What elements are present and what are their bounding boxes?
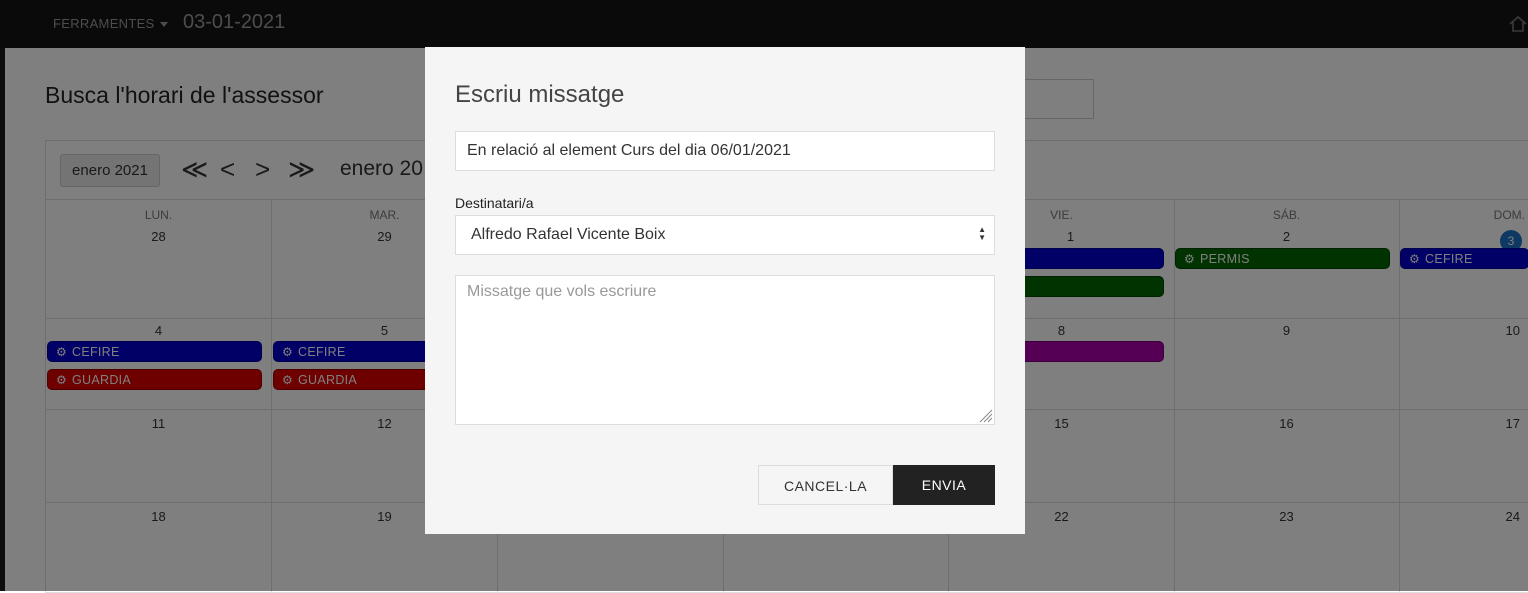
recipient-label: Destinatari/a: [455, 195, 534, 211]
message-placeholder: Missatge que vols escriure: [467, 283, 657, 300]
subject-input[interactable]: En relació al element Curs del dia 06/01…: [455, 131, 995, 171]
resize-grip-icon[interactable]: [977, 407, 993, 423]
select-arrows-icon: ▲ ▼: [978, 225, 986, 242]
message-dialog: Escriu missatge En relació al element Cu…: [425, 47, 1025, 534]
dialog-title: Escriu missatge: [455, 81, 625, 108]
recipient-selected: Alfredo Rafael Vicente Boix: [471, 226, 666, 243]
message-textarea[interactable]: Missatge que vols escriure: [455, 275, 995, 425]
cancel-button[interactable]: CANCEL·LA: [758, 465, 893, 505]
recipient-select[interactable]: Alfredo Rafael Vicente Boix ▲ ▼: [455, 215, 995, 255]
send-button[interactable]: ENVIA: [893, 465, 995, 505]
